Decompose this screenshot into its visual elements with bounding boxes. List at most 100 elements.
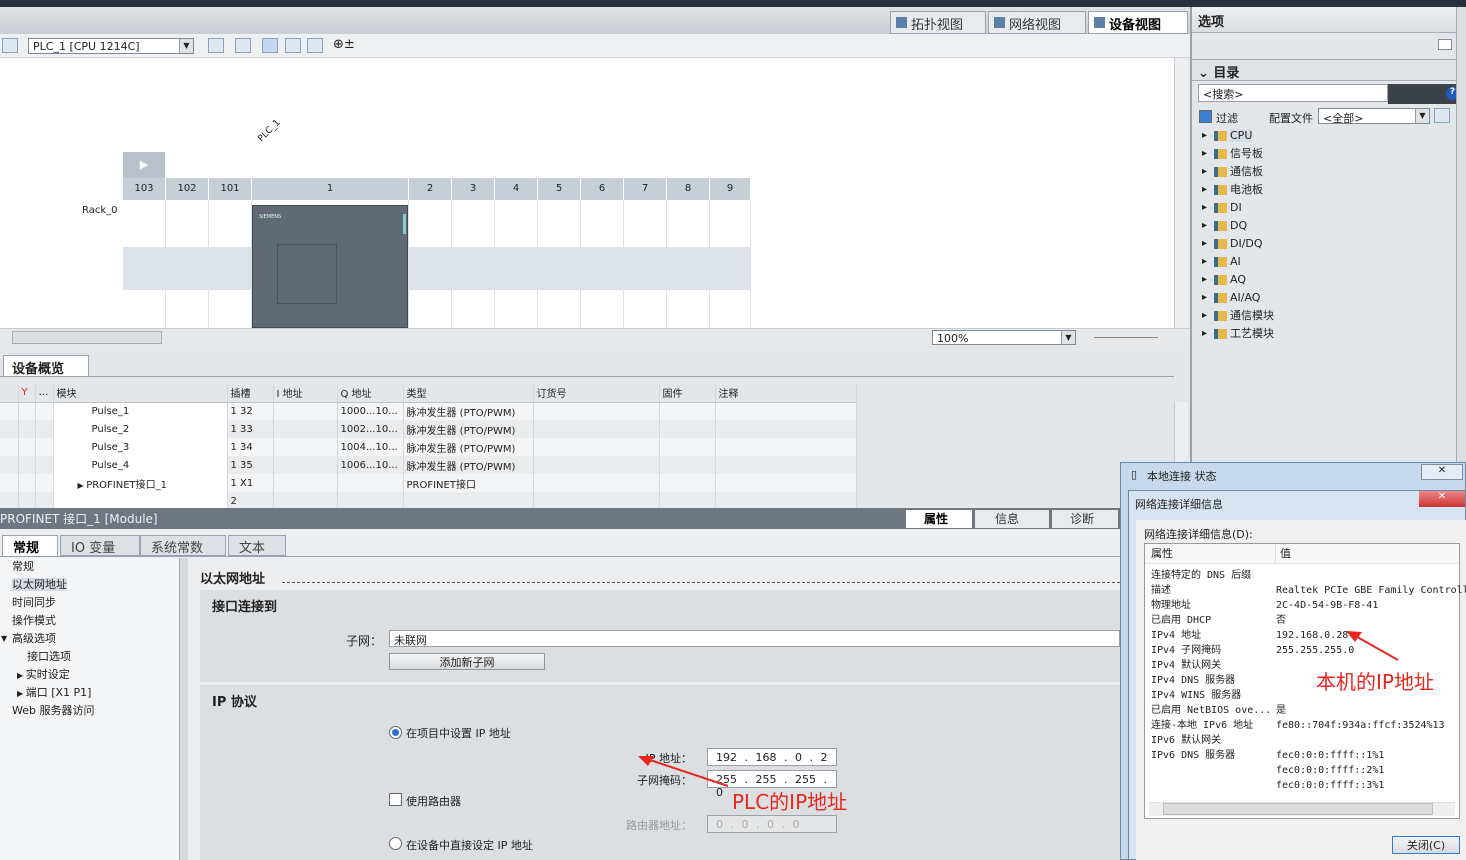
detail-row[interactable]: 连接-本地 IPv6 地址 fe80::704f:934a:ffcf:3524%1… <box>1145 718 1459 733</box>
subnet-select[interactable]: 未联网 <box>389 630 1120 647</box>
table-row[interactable]: Pulse_1 1 32 1000...10... 脉冲发生器 (PTO/PWM) <box>0 402 857 420</box>
rack-slot[interactable] <box>710 200 751 328</box>
radio-set-in-project[interactable] <box>389 726 402 739</box>
outer-close-button[interactable]: ✕ <box>1421 464 1463 480</box>
use-router-checkbox[interactable] <box>389 793 402 806</box>
detail-row[interactable]: 已启用 NetBIOS ove... 是 <box>1145 703 1459 718</box>
catalog-tree-item[interactable]: 工艺模块 <box>1192 325 1456 343</box>
detail-row[interactable]: IPv6 DNS 服务器 fec0:0:0:ffff::1%1 <box>1145 748 1459 763</box>
device-nav-icon[interactable] <box>2 38 18 53</box>
column-header[interactable]: 订货号 <box>533 384 660 403</box>
dialog-close-button[interactable]: 关闭(C) <box>1392 836 1460 854</box>
close-icon[interactable]: ✕ <box>1419 491 1465 507</box>
nav-operating-mode[interactable]: 操作模式 <box>0 612 179 630</box>
device-select[interactable]: PLC_1 [CPU 1214C] ▼ <box>28 38 194 54</box>
catalog-tree-item[interactable]: DI <box>1192 199 1456 217</box>
tab-properties[interactable]: 属性 <box>906 510 972 528</box>
tab-device-overview[interactable]: 设备概览 <box>3 355 89 377</box>
window-icon[interactable] <box>1438 39 1452 50</box>
detail-row[interactable]: 物理地址 2C-4D-54-9B-F8-41 <box>1145 598 1459 613</box>
rack-slot[interactable] <box>209 200 252 328</box>
detail-row[interactable]: fec0:0:0:ffff::3%1 <box>1145 778 1459 793</box>
table-row[interactable]: Pulse_2 1 33 1002...10... 脉冲发生器 (PTO/PWM) <box>0 420 857 438</box>
column-header[interactable]: I 地址 <box>273 384 338 403</box>
catalog-tree-item[interactable]: AI <box>1192 253 1456 271</box>
zoom-slider[interactable] <box>1094 337 1158 338</box>
rack-slot[interactable] <box>452 200 495 328</box>
tab-diagnostics[interactable]: 诊断 <box>1052 510 1118 528</box>
nav-general[interactable]: 常规 <box>0 558 179 576</box>
catalog-search-input[interactable]: <搜索> <box>1198 84 1388 102</box>
detail-row[interactable]: IPv4 子网掩码 255.255.255.0 <box>1145 643 1459 658</box>
detail-row[interactable]: 已启用 DHCP 否 <box>1145 613 1459 628</box>
rack-slot[interactable] <box>166 200 209 328</box>
nav-interface-options[interactable]: 接口选项 <box>0 648 179 666</box>
zoom-select[interactable]: 100% ▼ <box>932 330 1076 345</box>
nav-time-sync[interactable]: 时间同步 <box>0 594 179 612</box>
nav-ethernet-address[interactable]: 以太网地址 <box>12 578 67 591</box>
catalog-tree-item[interactable]: 电池板 <box>1192 181 1456 199</box>
router-address-input[interactable]: 0 . 0 . 0 . 0 <box>707 815 837 833</box>
catalog-tree-item[interactable]: CPU <box>1192 127 1456 145</box>
column-header[interactable]: 固件 <box>659 384 716 403</box>
table-row[interactable]: Pulse_3 1 34 1004...10... 脉冲发生器 (PTO/PWM) <box>0 438 857 456</box>
details-hscroll[interactable] <box>1149 802 1455 816</box>
column-header[interactable]: 模块 <box>53 384 228 403</box>
tab-device-view[interactable]: 设备视图 <box>1088 11 1188 34</box>
grid-icon[interactable] <box>285 38 301 53</box>
tab-io-tags[interactable]: IO 变量 <box>60 535 140 556</box>
detail-row[interactable]: fec0:0:0:ffff::2%1 <box>1145 763 1459 778</box>
table-row[interactable]: Pulse_4 1 35 1006...10... 脉冲发生器 (PTO/PWM) <box>0 456 857 474</box>
caret-right-icon[interactable]: ▶ <box>78 481 87 490</box>
rack-slot[interactable] <box>495 200 538 328</box>
hscroll-thumb[interactable] <box>12 331 162 344</box>
catalog-tree-item[interactable]: AQ <box>1192 271 1456 289</box>
table-row[interactable]: ▶ PROFINET接口_1 1 X1 PROFINET接口 <box>0 474 857 492</box>
table-icon[interactable] <box>307 38 323 53</box>
add-subnet-button[interactable]: 添加新子网 <box>389 653 545 670</box>
cell <box>35 474 54 492</box>
tab-system-constants[interactable]: 系统常数 <box>140 535 226 556</box>
rack-slot[interactable] <box>409 200 452 328</box>
column-header[interactable]: 类型 <box>403 384 534 403</box>
zoom-in-icon[interactable]: ⊕± <box>333 37 355 52</box>
filter-checkbox[interactable] <box>1199 110 1212 123</box>
column-header[interactable]: Q 地址 <box>337 384 404 403</box>
catalog-tree-item[interactable]: 通信模块 <box>1192 307 1456 325</box>
edit-icon[interactable] <box>262 38 278 53</box>
detail-row[interactable]: IPv6 默认网关 <box>1145 733 1459 748</box>
detail-row[interactable]: 连接特定的 DNS 后缀 <box>1145 568 1459 583</box>
catalog-settings-icon[interactable] <box>1434 108 1450 123</box>
catalog-header[interactable]: ⌄ 目录 <box>1192 59 1456 81</box>
profile-select[interactable]: <全部> ▼ <box>1318 108 1430 125</box>
rack-slot[interactable] <box>123 200 166 328</box>
column-header[interactable]: 插槽 <box>227 384 274 403</box>
tab-general[interactable]: 常规 <box>2 535 58 556</box>
tab-network-view[interactable]: 网络视图 <box>988 11 1086 34</box>
catalog-tree-item[interactable]: AI/AQ <box>1192 289 1456 307</box>
catalog-tree-item[interactable]: 通信板 <box>1192 163 1456 181</box>
rack-slot[interactable] <box>667 200 710 328</box>
nav-web-server[interactable]: Web 服务器访问 <box>0 702 179 720</box>
rack-icon[interactable] <box>208 38 224 53</box>
detail-row[interactable]: IPv4 地址 192.168.0.28 <box>1145 628 1459 643</box>
name-icon[interactable] <box>235 38 251 53</box>
catalog-tree-item[interactable]: DQ <box>1192 217 1456 235</box>
detail-row[interactable]: 描述 Realtek PCIe GBE Family Controlle <box>1145 583 1466 598</box>
rack-slot[interactable] <box>581 200 624 328</box>
catalog-tree-item[interactable]: 信号板 <box>1192 145 1456 163</box>
rack-slot[interactable] <box>538 200 581 328</box>
tab-info[interactable]: 信息 <box>975 510 1049 528</box>
splitter[interactable] <box>180 558 188 860</box>
rack-slot[interactable] <box>624 200 667 328</box>
tab-texts[interactable]: 文本 <box>228 535 286 556</box>
nav-port[interactable]: ▶ 端口 [X1 P1] <box>0 684 179 702</box>
column-header[interactable]: 注释 <box>715 384 857 403</box>
catalog-tree-item[interactable]: DI/DQ <box>1192 235 1456 253</box>
nav-advanced[interactable]: ▼ 高级选项 <box>0 630 179 648</box>
radio-set-on-device[interactable] <box>389 837 402 850</box>
tab-topology-view[interactable]: 拓扑视图 <box>890 11 986 34</box>
nav-realtime[interactable]: ▶ 实时设定 <box>0 666 179 684</box>
canvas-vscroll[interactable] <box>1174 58 1188 328</box>
cpu-module[interactable]: SIEMENS <box>252 205 408 328</box>
